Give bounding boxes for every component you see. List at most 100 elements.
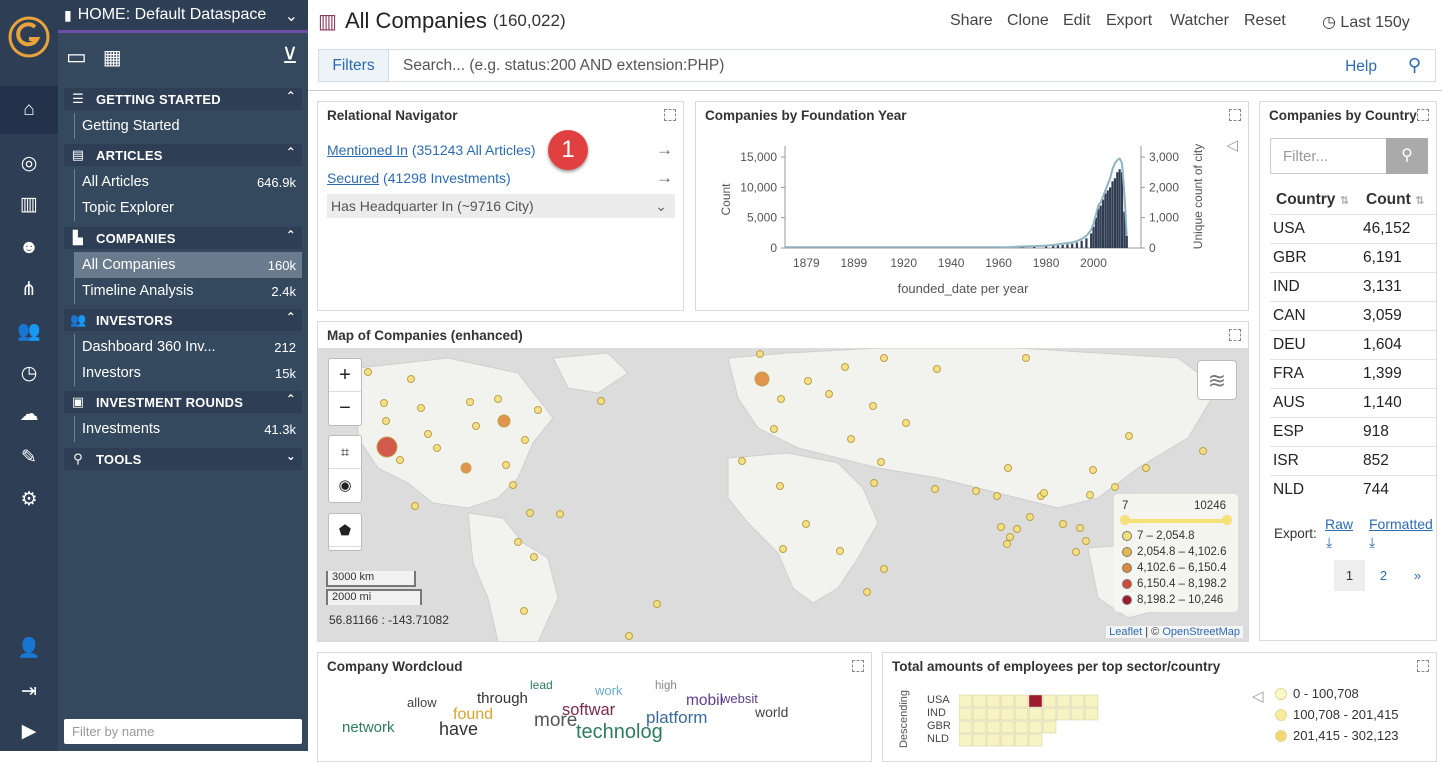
section-companies[interactable]: ▙COMPANIES⌃ — [64, 227, 302, 249]
wordcloud-word[interactable]: world — [755, 704, 788, 720]
world-map[interactable] — [318, 348, 1249, 642]
arrow-right-icon[interactable]: → — [656, 168, 673, 188]
home-icon[interactable]: ⌂ — [17, 98, 41, 122]
leaflet-link[interactable]: Leaflet — [1109, 626, 1142, 638]
export-formatted-link[interactable]: Formatted — [1369, 516, 1433, 532]
osm-link[interactable]: OpenStreetMap — [1162, 626, 1240, 638]
dataspace-selector[interactable]: ▮ HOME: Default Dataspace ⌄ — [58, 0, 308, 33]
relation-link[interactable]: Secured — [327, 170, 379, 186]
sidebar-item-topic-explorer[interactable]: Topic Explorer — [74, 195, 302, 221]
relation-secured[interactable]: Secured (41298 Investments)→ — [327, 166, 675, 190]
arrow-right-icon[interactable]: → — [656, 140, 673, 160]
mask-icon[interactable]: ☻ — [17, 236, 41, 260]
wordcloud-word[interactable]: technolog — [576, 721, 663, 744]
wordcloud-word[interactable]: mobil — [686, 692, 723, 710]
zoom-in-button[interactable]: + — [329, 359, 361, 392]
page-1-button[interactable]: 1 — [1334, 560, 1365, 591]
share-button[interactable]: Share — [950, 12, 993, 30]
add-folder-icon[interactable]: ▭ — [66, 44, 87, 70]
next-page-button[interactable]: » — [1402, 560, 1433, 591]
slider-handle-min[interactable] — [1120, 515, 1130, 525]
sidebar-item-investments[interactable]: Investments41.3k — [74, 416, 302, 442]
app-logo-icon[interactable] — [7, 15, 51, 59]
section-articles[interactable]: ▤ARTICLES⌃ — [64, 144, 302, 166]
search-icon[interactable]: ⚲ — [1408, 55, 1421, 76]
search-input[interactable]: Search... (e.g. status:200 AND extension… — [403, 57, 724, 75]
zoom-out-button[interactable]: − — [329, 392, 361, 425]
help-link[interactable]: Help — [1345, 58, 1377, 76]
wordcloud-word[interactable]: have — [439, 719, 478, 740]
country-search-button[interactable]: ⚲ — [1386, 138, 1428, 174]
reset-button[interactable]: Reset — [1244, 12, 1286, 30]
layers-button[interactable]: ≋ — [1197, 360, 1237, 400]
table-row[interactable]: ISR852 — [1270, 446, 1437, 475]
play-icon[interactable]: ▶ — [17, 720, 41, 744]
expand-icon[interactable] — [664, 109, 676, 121]
wordcloud-word[interactable]: high — [655, 680, 677, 692]
col-country-header[interactable]: Country ⇅ — [1270, 191, 1363, 209]
download-formatted-icon[interactable]: ⤓ — [1369, 534, 1375, 551]
country-filter-input[interactable]: Filter... — [1270, 138, 1387, 174]
sidebar-item-all-companies[interactable]: All Companies160k — [74, 252, 302, 278]
edit-button[interactable]: Edit — [1063, 12, 1091, 30]
sidebar-item-all-articles[interactable]: All Articles646.9k — [74, 169, 302, 195]
section-tools[interactable]: ⚲TOOLS⌄ — [64, 448, 302, 470]
sidebar-item-getting-started[interactable]: Getting Started — [74, 113, 302, 139]
compass-icon[interactable]: ◎ — [17, 152, 41, 176]
bar-chart-icon[interactable]: ▥ — [17, 193, 41, 217]
table-row[interactable]: CAN3,059 — [1270, 301, 1437, 330]
table-row[interactable]: FRA1,399 — [1270, 359, 1437, 388]
crop-icon[interactable]: ⌗ — [329, 436, 361, 469]
table-row[interactable]: AUS1,140 — [1270, 388, 1437, 417]
graph-icon[interactable]: ⋔ — [17, 278, 41, 302]
download-raw-icon[interactable]: ⤓ — [1326, 534, 1332, 551]
relation-headquarter-dropdown[interactable]: Has Headquarter In (~9716 City)⌄ — [327, 194, 675, 218]
users-icon[interactable]: 👥 — [17, 320, 41, 344]
wordcloud-word[interactable]: network — [342, 719, 395, 736]
table-row[interactable]: USA46,152 — [1270, 214, 1437, 243]
slider-handle-max[interactable] — [1222, 515, 1232, 525]
polygon-icon[interactable]: ⬟ — [329, 514, 361, 547]
col-count-header[interactable]: Count ⇅ — [1363, 191, 1424, 209]
eye-icon[interactable]: ◉ — [329, 469, 361, 502]
expand-icon[interactable] — [852, 660, 864, 672]
watcher-button[interactable]: Watcher — [1170, 12, 1229, 30]
sidebar-item-timeline-analysis[interactable]: Timeline Analysis2.4k — [74, 278, 302, 304]
legend-slider[interactable] — [1124, 519, 1228, 523]
export-raw-link[interactable]: Raw — [1325, 516, 1353, 532]
nav-back-icon[interactable]: ◁ — [1226, 136, 1238, 154]
wordcloud-word[interactable]: websit — [721, 691, 758, 706]
expand-icon[interactable] — [1417, 660, 1429, 672]
time-picker[interactable]: ◷ Last 150y — [1322, 12, 1410, 32]
wordcloud-word[interactable]: lead — [530, 678, 553, 692]
section-investment-rounds[interactable]: ▣INVESTMENT ROUNDS⌃ — [64, 391, 302, 413]
relation-mentioned-in[interactable]: Mentioned In (351243 All Articles)→ — [327, 138, 675, 162]
relation-link[interactable]: Mentioned In — [327, 142, 408, 158]
user-icon[interactable]: 👤 — [17, 637, 41, 661]
sidebar-filter-input[interactable]: Filter by name — [64, 719, 302, 744]
table-row[interactable]: ESP918 — [1270, 417, 1437, 446]
table-row[interactable]: IND3,131 — [1270, 272, 1437, 301]
sidebar-item-dashboard-360[interactable]: Dashboard 360 Inv...212 — [74, 334, 302, 360]
export-button[interactable]: Export — [1106, 12, 1152, 30]
gear-icon[interactable]: ⚙ — [17, 488, 41, 512]
clear-filter-icon[interactable]: ⊻ — [282, 43, 298, 69]
logout-icon[interactable]: ⇥ — [17, 680, 41, 704]
nav-back-icon[interactable]: ◁ — [1252, 687, 1264, 705]
wordcloud-word[interactable]: work — [595, 683, 622, 698]
wordcloud-word[interactable]: through — [477, 690, 528, 707]
wordcloud-word[interactable]: more — [534, 710, 577, 732]
cloud-icon[interactable]: ☁ — [17, 403, 41, 427]
filters-button[interactable]: Filters — [319, 50, 389, 81]
section-getting-started[interactable]: ☰GETTING STARTED⌃ — [64, 88, 302, 110]
page-2-button[interactable]: 2 — [1368, 560, 1399, 591]
wordcloud-word[interactable]: allow — [407, 695, 437, 710]
add-dashboard-icon[interactable]: ▦ — [103, 45, 122, 70]
table-row[interactable]: GBR6,191 — [1270, 243, 1437, 272]
table-row[interactable]: DEU1,604 — [1270, 330, 1437, 359]
square-icon[interactable]: ■ — [329, 547, 361, 551]
clone-button[interactable]: Clone — [1007, 12, 1049, 30]
wrench-icon[interactable]: ✎ — [17, 446, 41, 470]
expand-icon[interactable] — [1229, 329, 1241, 341]
table-row[interactable]: NLD744 — [1270, 475, 1437, 504]
